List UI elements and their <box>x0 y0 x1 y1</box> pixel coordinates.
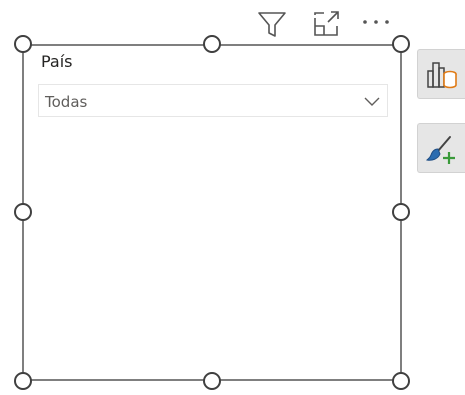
chevron-down-icon <box>363 93 381 107</box>
dropdown-selected-value: Todas <box>45 93 88 111</box>
resize-handle-bottom-left[interactable] <box>14 372 32 390</box>
more-options-icon[interactable] <box>359 8 393 40</box>
build-visual-button[interactable] <box>417 49 465 99</box>
filter-icon[interactable] <box>255 8 289 40</box>
visual-header <box>255 8 395 40</box>
resize-handle-middle-left[interactable] <box>14 203 32 221</box>
resize-handle-top-left[interactable] <box>14 35 32 53</box>
report-canvas: País Todas <box>0 0 465 395</box>
slicer-title: País <box>41 52 73 71</box>
focus-mode-icon[interactable] <box>310 8 344 40</box>
resize-handle-middle-right[interactable] <box>392 203 410 221</box>
resize-handle-top-right[interactable] <box>392 35 410 53</box>
resize-handle-top-center[interactable] <box>203 35 221 53</box>
format-visual-button[interactable] <box>417 123 465 173</box>
resize-handle-bottom-center[interactable] <box>203 372 221 390</box>
resize-handle-bottom-right[interactable] <box>392 372 410 390</box>
slicer-dropdown[interactable]: Todas <box>38 84 388 117</box>
